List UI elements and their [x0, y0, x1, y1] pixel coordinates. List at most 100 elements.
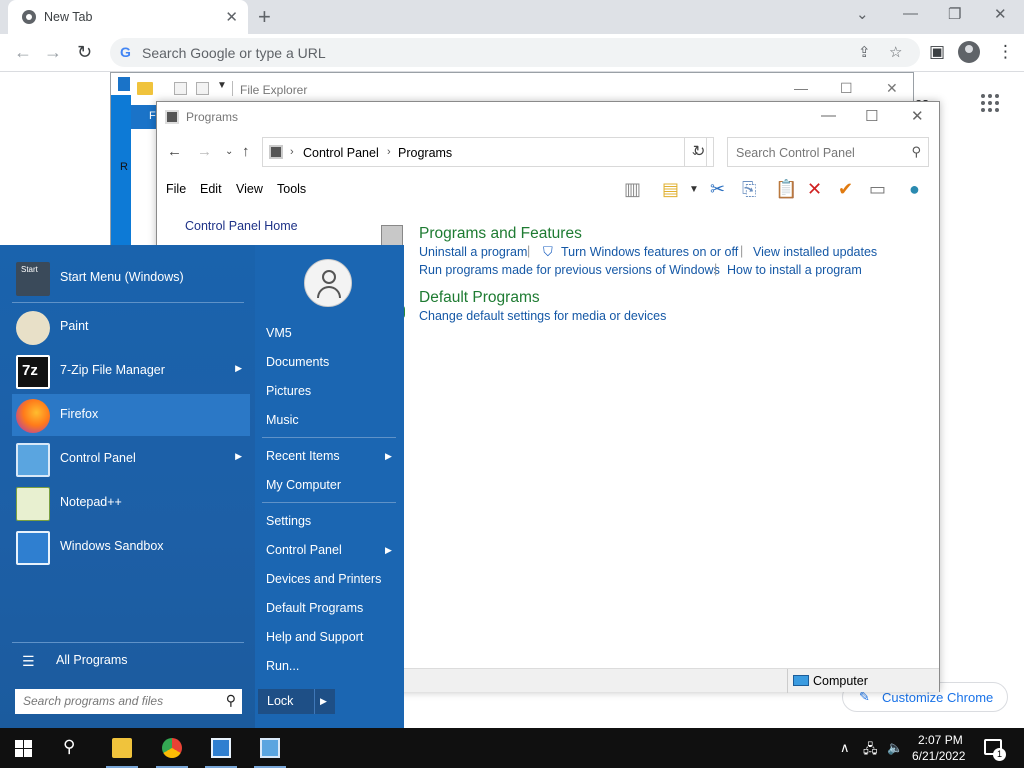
shutdown-options-arrow-icon[interactable]: ▶: [320, 696, 327, 707]
close-window-icon[interactable]: ✕: [994, 5, 1007, 23]
cut-icon[interactable]: ✂: [710, 179, 725, 200]
quick-access-dropdown-icon[interactable]: ▼: [217, 80, 227, 91]
search-control-panel-input[interactable]: Search Control Panel ⚲: [727, 137, 929, 167]
fe-maximize-icon[interactable]: ☐: [840, 80, 853, 97]
folder-options-icon[interactable]: ▤: [662, 179, 679, 200]
start-item-paint[interactable]: Paint: [12, 306, 250, 348]
refresh-button[interactable]: ↻: [684, 137, 714, 167]
recent-locations-icon[interactable]: ⌄: [225, 146, 233, 157]
new-tab-button[interactable]: +: [258, 4, 271, 30]
quick-access-properties-icon[interactable]: [174, 82, 187, 95]
volume-icon[interactable]: 🔈: [887, 740, 903, 756]
network-icon[interactable]: 🖧: [863, 740, 878, 762]
start-right-default-programs[interactable]: Default Programs: [266, 601, 363, 615]
share-icon[interactable]: ⇪: [858, 43, 871, 61]
how-to-install-link[interactable]: How to install a program: [727, 263, 862, 277]
globe-icon[interactable]: ●: [909, 179, 920, 200]
start-right-control-panel[interactable]: Control Panel: [266, 543, 342, 557]
address-bar-row: ← → ⌄ ↑ › Control Panel › Programs ⌄ ↻ S…: [157, 134, 939, 170]
breadcrumb-chevron-icon[interactable]: ›: [290, 146, 294, 158]
restore-icon[interactable]: ❐: [948, 5, 961, 23]
menu-tools[interactable]: Tools: [277, 182, 306, 196]
explorer-back-icon[interactable]: ←: [167, 143, 182, 160]
lock-button[interactable]: Lock ▶: [258, 689, 335, 714]
menu-file[interactable]: File: [166, 182, 186, 196]
taskbar-windows-sandbox[interactable]: [199, 728, 243, 768]
rename-icon[interactable]: ▭: [869, 179, 886, 200]
start-search-input[interactable]: Search programs and files ⚲: [15, 689, 242, 714]
uninstall-program-link[interactable]: Uninstall a program: [419, 245, 527, 259]
fe-minimize-icon[interactable]: —: [794, 80, 808, 96]
start-right-settings[interactable]: Settings: [266, 514, 311, 528]
taskbar-chrome[interactable]: [150, 728, 194, 768]
turn-windows-features-link[interactable]: Turn Windows features on or off: [561, 245, 738, 259]
quick-access-new-folder-icon[interactable]: [196, 82, 209, 95]
change-default-settings-link[interactable]: Change default settings for media or dev…: [419, 309, 666, 323]
chrome-tab-new-tab[interactable]: New Tab ✕: [8, 0, 248, 34]
search-control-panel-placeholder: Search Control Panel: [736, 146, 855, 160]
properties-check-icon[interactable]: ✔: [838, 179, 853, 200]
fe-close-icon[interactable]: ✕: [886, 80, 898, 97]
explorer-forward-icon[interactable]: →: [197, 143, 212, 160]
user-avatar-icon[interactable]: [304, 259, 352, 307]
clock-date[interactable]: 6/21/2022: [912, 749, 965, 763]
tray-overflow-chevron-icon[interactable]: ∧: [840, 740, 850, 756]
tab-close-icon[interactable]: ✕: [225, 8, 238, 26]
start-right-documents[interactable]: Documents: [266, 355, 329, 369]
start-item-firefox[interactable]: Firefox: [12, 394, 250, 436]
copy-icon[interactable]: ⎘: [742, 179, 756, 200]
side-panel-icon[interactable]: ▣: [929, 42, 945, 62]
run-old-programs-link[interactable]: Run programs made for previous versions …: [419, 263, 720, 277]
google-apps-icon[interactable]: [981, 94, 999, 112]
taskbar-control-panel[interactable]: [248, 728, 292, 768]
start-right-help-support[interactable]: Help and Support: [266, 630, 363, 644]
breadcrumb-control-panel[interactable]: Control Panel: [303, 146, 379, 160]
start-right-recent-items[interactable]: Recent Items: [266, 449, 340, 463]
bookmark-star-icon[interactable]: ☆: [889, 43, 902, 61]
tab-search-chevron-icon[interactable]: ⌄: [856, 5, 869, 23]
forward-icon[interactable]: →: [44, 42, 62, 63]
profile-avatar-icon[interactable]: [958, 41, 980, 63]
start-right-run[interactable]: Run...: [266, 659, 299, 673]
start-item-notepadpp[interactable]: Notepad++: [12, 482, 250, 524]
programs-minimize-icon[interactable]: —: [821, 107, 836, 124]
search-icon[interactable]: ⚲: [226, 692, 236, 709]
start-right-devices-printers[interactable]: Devices and Printers: [266, 572, 381, 586]
programs-and-features-heading[interactable]: Programs and Features: [419, 225, 582, 243]
search-icon[interactable]: ⚲: [911, 144, 921, 160]
start-item-control-panel[interactable]: Control Panel ▶: [12, 438, 250, 480]
delete-icon[interactable]: ✕: [807, 179, 822, 200]
folder-options-dropdown-icon[interactable]: ▼: [689, 184, 699, 195]
default-programs-heading[interactable]: Default Programs: [419, 289, 540, 307]
taskbar-file-explorer[interactable]: [100, 728, 144, 768]
reload-icon[interactable]: ↻: [77, 42, 92, 63]
minimize-icon[interactable]: —: [903, 5, 918, 22]
start-right-music[interactable]: Music: [266, 413, 299, 427]
chrome-tab-strip: New Tab ✕ + ⌄ — ❐ ✕: [0, 0, 1024, 34]
windows-start-icon[interactable]: [15, 740, 32, 757]
programs-maximize-icon[interactable]: ☐: [865, 107, 878, 125]
view-installed-updates-link[interactable]: View installed updates: [753, 245, 877, 259]
start-item-windows-sandbox[interactable]: Windows Sandbox: [12, 526, 250, 568]
menu-edit[interactable]: Edit: [200, 182, 222, 196]
up-icon[interactable]: ↑: [242, 143, 250, 160]
chrome-menu-icon[interactable]: ⋮: [997, 42, 1014, 62]
menu-view[interactable]: View: [236, 182, 263, 196]
breadcrumb-chevron-icon[interactable]: ›: [387, 146, 391, 158]
control-panel-home-link[interactable]: Control Panel Home: [185, 219, 298, 233]
start-right-vm5[interactable]: VM5: [266, 326, 292, 340]
programs-close-icon[interactable]: ✕: [911, 107, 924, 125]
windows-sandbox-icon: [16, 531, 50, 565]
omnibox[interactable]: G Search Google or type a URL ⇪ ☆: [110, 38, 920, 67]
address-box[interactable]: › Control Panel › Programs ⌄: [262, 137, 707, 167]
start-item-7zip[interactable]: 7z 7-Zip File Manager ▶: [12, 350, 250, 392]
paste-icon[interactable]: 📋: [775, 179, 797, 200]
breadcrumb-programs[interactable]: Programs: [398, 146, 452, 160]
start-right-pictures[interactable]: Pictures: [266, 384, 311, 398]
layout-pane-icon[interactable]: ▥: [624, 179, 641, 200]
taskbar-search-icon[interactable]: ⚲: [63, 737, 75, 757]
start-right-my-computer[interactable]: My Computer: [266, 478, 341, 492]
start-item-start-menu-windows[interactable]: Start Start Menu (Windows): [12, 257, 250, 299]
clock-time[interactable]: 2:07 PM: [918, 733, 963, 747]
back-icon[interactable]: ←: [14, 42, 32, 63]
